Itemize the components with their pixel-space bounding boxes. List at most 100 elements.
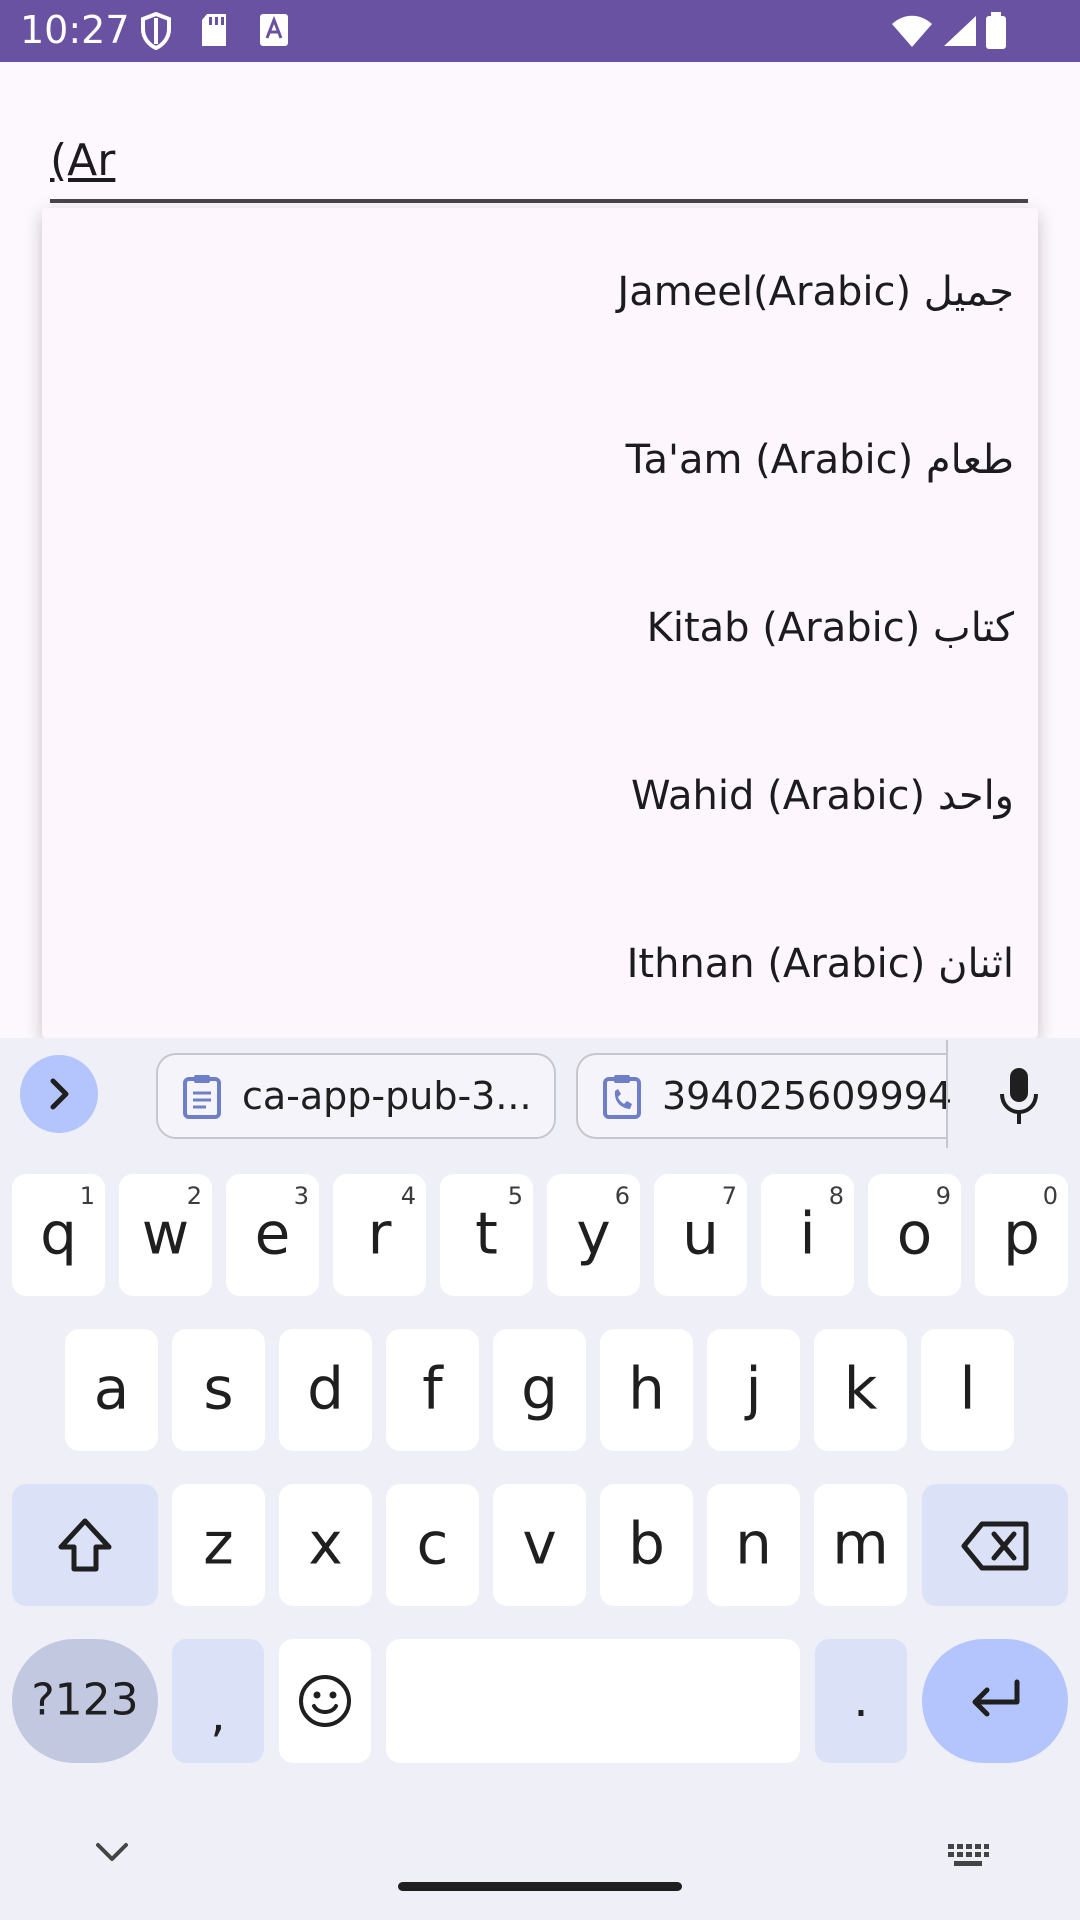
- key-q[interactable]: q1: [12, 1174, 105, 1296]
- key-b[interactable]: b: [600, 1484, 693, 1606]
- key-label: g: [521, 1354, 558, 1423]
- expand-toolbar-button[interactable]: [20, 1055, 98, 1133]
- soft-keyboard: [0, 1038, 1080, 1920]
- status-time: 10:27: [20, 8, 130, 52]
- comma-key-label: ,: [210, 1686, 226, 1743]
- key-k[interactable]: k: [814, 1329, 907, 1451]
- search-input[interactable]: (Ar: [50, 135, 115, 186]
- comma-key[interactable]: ,: [172, 1639, 264, 1763]
- key-x[interactable]: x: [279, 1484, 372, 1606]
- key-s[interactable]: s: [172, 1329, 265, 1451]
- emoji-key[interactable]: [279, 1639, 371, 1763]
- key-label: c: [416, 1509, 449, 1578]
- backspace-key[interactable]: [922, 1484, 1068, 1606]
- microphone-icon: [1000, 1068, 1038, 1124]
- key-m[interactable]: m: [814, 1484, 907, 1606]
- dropdown-item[interactable]: Jameel(Arabic) جميل: [42, 208, 1038, 376]
- sd-card-icon: [202, 14, 226, 46]
- key-f[interactable]: f: [386, 1329, 479, 1451]
- key-label: s: [203, 1354, 234, 1423]
- wifi-icon: [892, 15, 932, 47]
- key-o[interactable]: o9: [868, 1174, 961, 1296]
- clipboard-icon: [183, 1075, 221, 1119]
- key-label: d: [307, 1354, 344, 1423]
- clipboard-chip-label: ca-app-pub-3...: [242, 1074, 532, 1118]
- battery-icon: [986, 12, 1006, 49]
- key-hint: 9: [935, 1182, 951, 1210]
- autocomplete-dropdown: Jameel(Arabic) جميل Ta'am (Arabic) طعام …: [42, 208, 1038, 1038]
- key-e[interactable]: e3: [226, 1174, 319, 1296]
- key-n[interactable]: n: [707, 1484, 800, 1606]
- symbols-key[interactable]: ?123: [12, 1639, 158, 1763]
- key-hint: 6: [614, 1182, 630, 1210]
- key-p[interactable]: p0: [975, 1174, 1068, 1296]
- keyboard-switch-icon[interactable]: [946, 1842, 990, 1872]
- emoji-icon: [299, 1675, 351, 1727]
- key-label: b: [628, 1509, 665, 1578]
- dropdown-item-label: Kitab (Arabic) كتاب: [646, 605, 1014, 651]
- dropdown-item[interactable]: Wahid (Arabic) واحد: [42, 712, 1038, 880]
- key-label: m: [832, 1509, 889, 1578]
- dropdown-item-label: Ithnan (Arabic) اثنان: [626, 941, 1014, 987]
- key-w[interactable]: w2: [119, 1174, 212, 1296]
- key-h[interactable]: h: [600, 1329, 693, 1451]
- key-label: l: [959, 1354, 976, 1423]
- chevron-right-icon: [50, 1078, 69, 1110]
- period-key[interactable]: .: [815, 1639, 907, 1763]
- space-key[interactable]: [386, 1639, 800, 1763]
- enter-icon: [972, 1679, 1020, 1717]
- key-label: x: [308, 1509, 343, 1578]
- key-r[interactable]: r4: [333, 1174, 426, 1296]
- dropdown-item-label: Jameel(Arabic) جميل: [617, 269, 1014, 315]
- key-label: h: [628, 1354, 665, 1423]
- clipboard-phone-chip-label: 394025609994: [662, 1074, 953, 1118]
- dropdown-item-label: Ta'am (Arabic) طعام: [625, 437, 1014, 483]
- shift-icon: [58, 1518, 112, 1572]
- key-u[interactable]: u7: [654, 1174, 747, 1296]
- key-g[interactable]: g: [493, 1329, 586, 1451]
- dropdown-item[interactable]: Ithnan (Arabic) اثنان: [42, 880, 1038, 1038]
- key-v[interactable]: v: [493, 1484, 586, 1606]
- key-hint: 8: [828, 1182, 844, 1210]
- key-label: j: [745, 1354, 762, 1423]
- enter-key[interactable]: [922, 1639, 1068, 1763]
- key-hint: 5: [507, 1182, 523, 1210]
- status-bar: 10:27: [0, 0, 1080, 62]
- clipboard-phone-icon: [603, 1075, 641, 1119]
- key-label: z: [203, 1509, 234, 1578]
- strip-divider: [946, 1040, 948, 1148]
- key-i[interactable]: i8: [761, 1174, 854, 1296]
- shield-icon: [141, 12, 171, 50]
- key-t[interactable]: t5: [440, 1174, 533, 1296]
- key-a[interactable]: a: [65, 1329, 158, 1451]
- key-label: a: [93, 1354, 130, 1423]
- key-d[interactable]: d: [279, 1329, 372, 1451]
- key-hint: 2: [186, 1182, 202, 1210]
- key-j[interactable]: j: [707, 1329, 800, 1451]
- cell-signal-icon: [944, 16, 976, 46]
- key-l[interactable]: l: [921, 1329, 1014, 1451]
- key-label: k: [843, 1354, 878, 1423]
- key-hint: 4: [400, 1182, 416, 1210]
- font-a-icon: [260, 14, 288, 46]
- key-label: f: [422, 1354, 443, 1423]
- symbols-key-label: ?123: [31, 1674, 139, 1726]
- dropdown-item[interactable]: Ta'am (Arabic) طعام: [42, 376, 1038, 544]
- key-z[interactable]: z: [172, 1484, 265, 1606]
- home-gesture-bar[interactable]: [398, 1882, 682, 1891]
- hide-keyboard-icon[interactable]: [94, 1840, 130, 1864]
- voice-input-button[interactable]: [980, 1058, 1058, 1136]
- key-hint: 3: [293, 1182, 309, 1210]
- key-hint: 7: [721, 1182, 737, 1210]
- dropdown-item[interactable]: Kitab (Arabic) كتاب: [42, 544, 1038, 712]
- key-c[interactable]: c: [386, 1484, 479, 1606]
- key-y[interactable]: y6: [547, 1174, 640, 1296]
- key-label: n: [735, 1509, 772, 1578]
- clipboard-phone-chip[interactable]: 394025609994: [576, 1053, 952, 1139]
- input-underline: [50, 199, 1028, 203]
- key-hint: 0: [1042, 1182, 1058, 1210]
- backspace-icon: [961, 1521, 1029, 1571]
- clipboard-chip[interactable]: ca-app-pub-3...: [156, 1053, 556, 1139]
- period-key-label: .: [853, 1671, 869, 1728]
- shift-key[interactable]: [12, 1484, 158, 1606]
